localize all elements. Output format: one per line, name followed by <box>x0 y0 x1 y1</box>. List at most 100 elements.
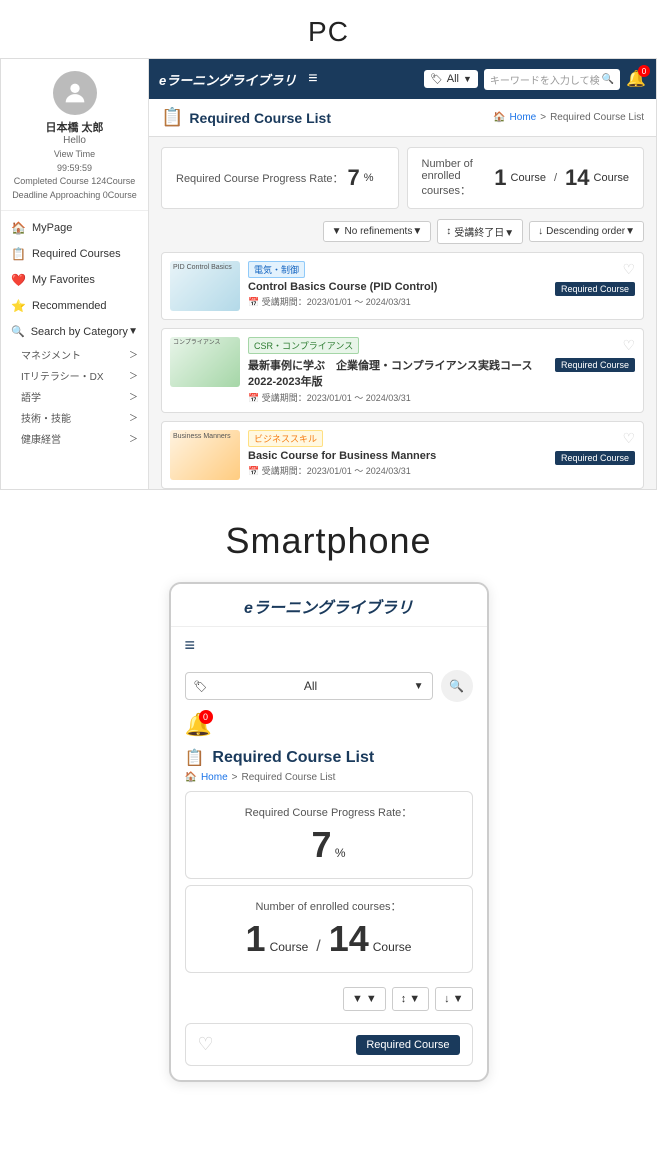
order-icon: ↓ <box>538 226 543 237</box>
avatar <box>53 71 97 115</box>
search-input[interactable]: キーワードを入力して検 🔍 <box>484 69 620 90</box>
course-tag: CSR・コンプライアンス <box>248 337 359 354</box>
breadcrumb: 🏠 Home > Required Course List <box>493 112 644 123</box>
user-hello: Hello <box>63 135 86 146</box>
phone-refine-filter[interactable]: ▼ ▼ <box>343 987 386 1011</box>
course-info: ビジネススキル Basic Course for Business Manner… <box>248 430 547 477</box>
phone-progress-value: 7 <box>311 824 331 865</box>
course-thumbnail: コンプライアンス <box>170 337 240 387</box>
phone-required-badge: Required Course <box>356 1035 459 1055</box>
pc-header: eラーニングライブラリ ≡ 🏷 All ▼ キーワードを入力して検 🔍 🔔 0 <box>149 59 656 99</box>
select-chevron-icon: ▼ <box>414 681 424 692</box>
bell-badge: 0 <box>638 65 650 77</box>
phone-category-select[interactable]: 🏷 All ▼ <box>185 672 433 700</box>
enrolled-count: 1 <box>494 165 506 191</box>
enrolled-total: 14 <box>565 165 589 191</box>
sidebar-item-skills[interactable]: 技術・技能 ＞ <box>1 407 148 428</box>
course-thumbnail: Business Manners <box>170 430 240 480</box>
pc-section-title: PC <box>0 0 657 58</box>
user-name: 日本橋 太郎 <box>45 119 103 135</box>
course-info: CSR・コンプライアンス 最新事例に学ぶ 企業倫理・コンプライアンス実践コース … <box>248 337 547 404</box>
phone-logo: eラーニングライブラリ <box>185 594 473 618</box>
phone-sort2-filter[interactable]: ↓ ▼ <box>435 987 472 1011</box>
chevron-right-icon: ＞ <box>129 411 138 424</box>
course-info: 電気・制御 Control Basics Course (PID Control… <box>248 261 547 308</box>
favorite-icon[interactable]: ♡ <box>622 430 635 447</box>
phone-menu-row: ≡ <box>171 627 487 664</box>
progress-unit: % <box>364 172 374 184</box>
user-profile: 日本橋 太郎 Hello View Time 99:59:59 Complete… <box>1 59 148 211</box>
category-select[interactable]: 🏷 All ▼ <box>424 70 478 88</box>
phone-search-row: 🏷 All ▼ 🔍 <box>171 664 487 708</box>
sidebar-item-required[interactable]: 📋 Required Courses <box>1 241 148 267</box>
page-title: 📋 Required Course List <box>161 107 331 128</box>
phone-favorite-icon[interactable]: ♡ <box>198 1034 214 1055</box>
sidebar-item-category[interactable]: 🔍 Search by Category ▼ <box>1 319 148 344</box>
required-badge: Required Course <box>555 358 635 372</box>
course-tag: ビジネススキル <box>248 430 323 447</box>
sidebar-item-health[interactable]: 健康経営 ＞ <box>1 428 148 449</box>
required-badge: Required Course <box>555 451 635 465</box>
phone-breadcrumb-home[interactable]: Home <box>201 772 228 783</box>
phone-hamburger-icon[interactable]: ≡ <box>185 635 196 655</box>
favorite-icon[interactable]: ♡ <box>622 337 635 354</box>
list-item: コンプライアンス CSR・コンプライアンス 最新事例に学ぶ 企業倫理・コンプライ… <box>161 328 644 413</box>
phone-search-button[interactable]: 🔍 <box>441 670 473 702</box>
heart-nav-icon: ❤️ <box>11 273 26 287</box>
phone-progress-label: Required Course Progress Rate： <box>200 804 458 820</box>
course-tag: 電気・制御 <box>248 261 305 278</box>
phone-filter-icon: ▼ <box>352 993 363 1005</box>
enrolled-stat: Number of enrolled courses： 1 Course / 1… <box>407 147 645 209</box>
phone-breadcrumb-current: Required Course List <box>241 772 335 783</box>
select-arrow-icon: ▼ <box>463 74 472 84</box>
search-icon: 🔍 <box>449 679 464 693</box>
favorite-icon[interactable]: ♡ <box>622 261 635 278</box>
sidebar-item-it[interactable]: ITリテラシー・DX ＞ <box>1 365 148 386</box>
star-icon: ⭐ <box>11 299 26 313</box>
phone-sort2-icon: ↓ <box>444 993 450 1005</box>
sidebar: 日本橋 太郎 Hello View Time 99:59:59 Complete… <box>1 59 149 489</box>
refine-filter[interactable]: ▼ No refinements▼ <box>323 221 432 242</box>
course-date: 受講期間：2023/01/01 〜 2024/03/31 <box>248 295 547 308</box>
phone-enrolled-stat: Number of enrolled courses： 1 Course / 1… <box>185 885 473 973</box>
sidebar-item-favorites[interactable]: ❤️ My Favorites <box>1 267 148 293</box>
sidebar-item-recommended[interactable]: ⭐ Recommended <box>1 293 148 319</box>
hamburger-icon[interactable]: ≡ <box>308 70 317 88</box>
header-right: 🏷 All ▼ キーワードを入力して検 🔍 🔔 0 <box>424 69 646 90</box>
phone-sort1-filter[interactable]: ↕ ▼ <box>392 987 429 1011</box>
course-title[interactable]: Control Basics Course (PID Control) <box>248 281 547 293</box>
main-content: eラーニングライブラリ ≡ 🏷 All ▼ キーワードを入力して検 🔍 🔔 0 <box>149 59 656 489</box>
sort-order-filter[interactable]: ↓ Descending order▼ <box>529 221 644 242</box>
course-thumbnail: PID Control Basics <box>170 261 240 311</box>
sidebar-nav: 🏠 MyPage 📋 Required Courses ❤️ My Favori… <box>1 211 148 453</box>
sort-date-filter[interactable]: ↕ 受講終了日▼ <box>437 219 523 244</box>
sidebar-item-mypage[interactable]: 🏠 MyPage <box>1 215 148 241</box>
breadcrumb-home[interactable]: Home <box>510 112 537 123</box>
phone-notification-area: 🔔 0 <box>171 708 226 740</box>
phone-enrolled-label: Number of enrolled courses： <box>200 898 458 914</box>
sort-icon: ↕ <box>446 226 451 237</box>
course-actions: ♡ Required Course <box>555 261 635 296</box>
phone-page-title: 📋 Required Course List <box>171 740 487 770</box>
phone-book-icon: 📋 <box>185 748 205 768</box>
course-list: PID Control Basics 電気・制御 Control Basics … <box>149 252 656 489</box>
breadcrumb-current: Required Course List <box>550 112 644 123</box>
course-title[interactable]: 最新事例に学ぶ 企業倫理・コンプライアンス実践コース 2022-2023年版 <box>248 357 547 389</box>
course-date: 受講期間：2023/01/01 〜 2024/03/31 <box>248 391 547 404</box>
search-nav-icon: 🔍 <box>11 325 25 338</box>
notification-bell[interactable]: 🔔 0 <box>626 69 646 89</box>
chevron-down-icon: ▼ <box>128 326 138 337</box>
progress-value: 7 <box>348 165 360 191</box>
chevron-right-icon: ＞ <box>129 348 138 361</box>
user-info: View Time 99:59:59 Completed Course 124C… <box>12 148 137 202</box>
user-icon <box>61 79 89 107</box>
phone-progress-stat: Required Course Progress Rate： 7 % <box>185 791 473 879</box>
sidebar-item-language[interactable]: 語学 ＞ <box>1 386 148 407</box>
course-title[interactable]: Basic Course for Business Manners <box>248 450 547 462</box>
stats-row: Required Course Progress Rate： 7 % Numbe… <box>149 137 656 219</box>
select-tag-icon: 🏷 <box>194 680 208 693</box>
course-date: 受講期間：2023/01/01 〜 2024/03/31 <box>248 464 547 477</box>
header-logo: eラーニングライブラリ <box>159 70 296 89</box>
phone-bell-badge: 0 <box>199 710 213 724</box>
sidebar-item-management[interactable]: マネジメント ＞ <box>1 344 148 365</box>
